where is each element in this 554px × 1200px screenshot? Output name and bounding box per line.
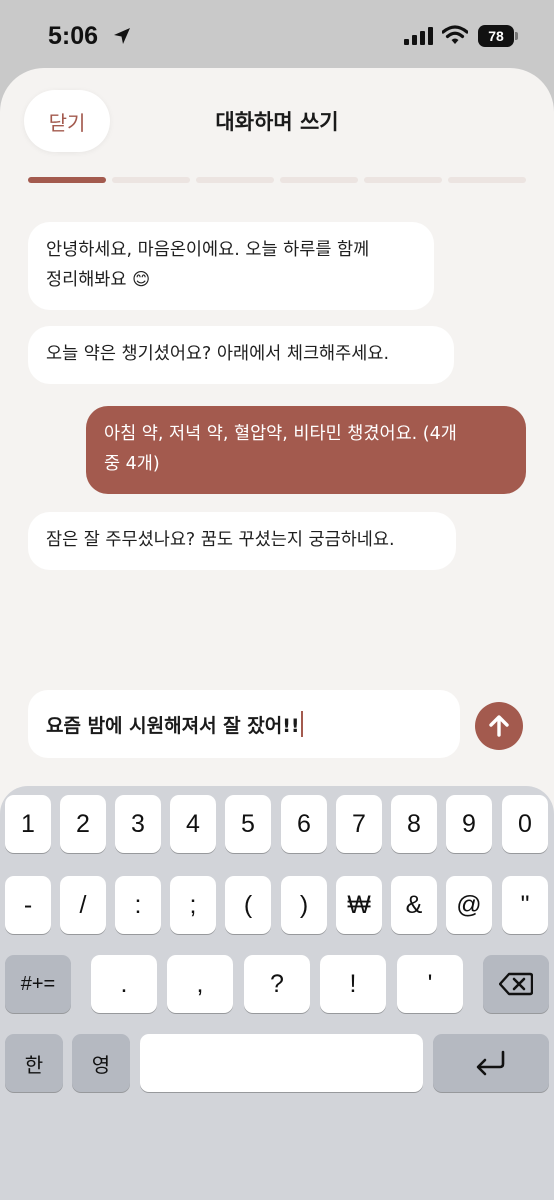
text-caret (300, 711, 303, 737)
key-quote[interactable]: " (502, 876, 548, 934)
key-2[interactable]: 2 (60, 795, 106, 853)
message-line: 잠은 잘 주무셨나요? 꿈도 꾸셨는지 궁금하네요. (46, 530, 395, 550)
bot-message: 잠은 잘 주무셨나요? 꿈도 꾸셨는지 궁금하네요. (28, 512, 456, 570)
korean-key[interactable]: 한 (5, 1034, 63, 1092)
key-won[interactable]: ₩ (336, 876, 382, 934)
progress-segment (112, 177, 190, 183)
progress-segment (448, 177, 526, 183)
message-input[interactable]: 요즘 밤에 시원해져서 잘 잤어!! (28, 690, 460, 758)
key-exclamation[interactable]: ! (320, 955, 386, 1013)
progress-segment (280, 177, 358, 183)
key-period[interactable]: . (91, 955, 157, 1013)
keyboard: 1 2 3 4 5 6 7 8 9 0 - / : ; ( ) ₩ & @ " … (0, 786, 554, 1200)
return-key[interactable] (433, 1034, 549, 1092)
key-question[interactable]: ? (244, 955, 310, 1013)
space-key[interactable] (140, 1034, 423, 1092)
key-ampersand[interactable]: & (391, 876, 437, 934)
key-comma[interactable]: , (167, 955, 233, 1013)
progress-segment (28, 177, 106, 183)
progress-bar (28, 177, 526, 183)
user-message: 아침 약, 저녁 약, 혈압약, 비타민 챙겼어요. (4개 중 4개) (86, 406, 526, 494)
key-colon[interactable]: : (115, 876, 161, 934)
key-8[interactable]: 8 (391, 795, 437, 853)
backspace-icon (499, 972, 533, 996)
message-input-value: 요즘 밤에 시원해져서 잘 잤어!! (46, 714, 300, 737)
bot-message: 안녕하세요, 마음온이에요. 오늘 하루를 함께 정리해봐요 😊 (28, 222, 434, 310)
key-6[interactable]: 6 (281, 795, 327, 853)
key-slash[interactable]: / (60, 876, 106, 934)
english-key[interactable]: 영 (72, 1034, 130, 1092)
key-0[interactable]: 0 (502, 795, 548, 853)
message-line: 아침 약, 저녁 약, 혈압약, 비타민 챙겼어요. (4개 중 4개) (104, 424, 457, 474)
battery-level: 78 (488, 28, 504, 44)
delete-key[interactable] (483, 955, 549, 1013)
key-9[interactable]: 9 (446, 795, 492, 853)
battery-tip (515, 32, 518, 40)
status-bar: 5:06 78 (0, 0, 554, 68)
arrow-up-icon (489, 715, 509, 737)
return-icon (476, 1050, 505, 1076)
symbols-key[interactable]: #+= (5, 955, 71, 1013)
location-arrow-icon (114, 28, 130, 44)
key-3[interactable]: 3 (115, 795, 161, 853)
cellular-signal-icon (404, 27, 433, 45)
send-button[interactable] (475, 702, 523, 750)
key-hyphen[interactable]: - (5, 876, 51, 934)
key-semicolon[interactable]: ; (170, 876, 216, 934)
battery-indicator: 78 (478, 25, 514, 47)
progress-segment (364, 177, 442, 183)
key-5[interactable]: 5 (225, 795, 271, 853)
message-line: 안녕하세요, 마음온이에요. 오늘 하루를 함께 정리해봐요 😊 (46, 240, 370, 290)
key-open-paren[interactable]: ( (225, 876, 271, 934)
page-title: 대화하며 쓰기 (215, 110, 339, 134)
message-line: 오늘 약은 챙기셨어요? 아래에서 체크해주세요. (46, 344, 390, 364)
wifi-icon (442, 25, 468, 44)
bot-message: 오늘 약은 챙기셨어요? 아래에서 체크해주세요. (28, 326, 454, 384)
key-at[interactable]: @ (446, 876, 492, 934)
key-close-paren[interactable]: ) (281, 876, 327, 934)
status-time: 5:06 (48, 22, 99, 50)
key-apostrophe[interactable]: ' (397, 955, 463, 1013)
key-7[interactable]: 7 (336, 795, 382, 853)
key-1[interactable]: 1 (5, 795, 51, 853)
key-4[interactable]: 4 (170, 795, 216, 853)
progress-segment (196, 177, 274, 183)
